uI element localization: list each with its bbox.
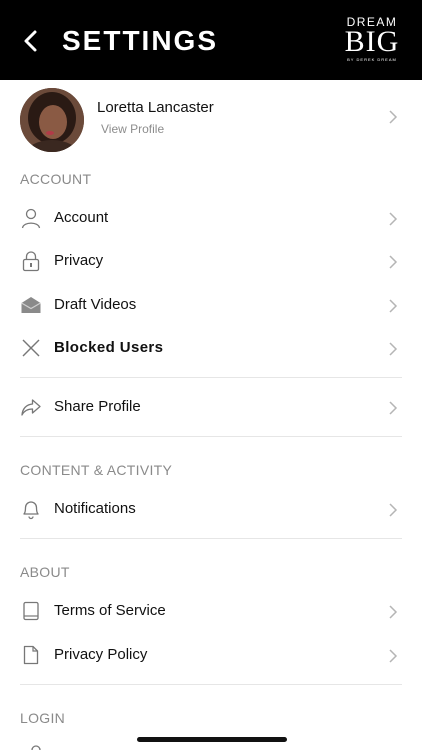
bell-icon: [23, 501, 39, 520]
back-arrow-icon[interactable]: [20, 28, 42, 54]
home-indicator[interactable]: [137, 737, 287, 742]
divider: [20, 684, 402, 685]
chevron-right-icon: [389, 401, 398, 415]
menu-item-label: Blocked Users: [54, 339, 164, 356]
share-arrow-icon: [21, 399, 41, 416]
document-icon: [23, 645, 39, 665]
lock-icon: [22, 251, 40, 272]
menu-item-label: Share Profile: [54, 398, 141, 415]
view-profile-link[interactable]: View Profile: [101, 122, 164, 136]
menu-item-draft-videos[interactable]: Draft Videos: [0, 285, 422, 325]
divider: [20, 436, 402, 437]
chevron-right-icon: [389, 110, 398, 124]
menu-item-label: Notifications: [54, 500, 136, 517]
menu-item-label: Terms of Service: [54, 602, 166, 619]
book-icon: [23, 601, 39, 621]
partial-menu-icon: [31, 745, 41, 750]
menu-item-privacy-policy[interactable]: Privacy Policy: [0, 635, 422, 675]
menu-item-blocked-users[interactable]: Blocked Users: [0, 328, 422, 368]
section-header-account: ACCOUNT: [20, 171, 92, 187]
app-header: SETTINGS DREAM BIG BY DEREK DREAM: [0, 0, 422, 80]
menu-item-notifications[interactable]: Notifications: [0, 489, 422, 529]
page-title: SETTINGS: [62, 25, 219, 56]
menu-item-label: Privacy: [54, 252, 104, 269]
envelope-open-icon: [21, 297, 41, 313]
person-icon: [21, 208, 41, 229]
chevron-right-icon: [389, 255, 398, 269]
avatar-image: [20, 88, 84, 152]
profile-name: Loretta Lancaster: [97, 99, 214, 116]
menu-item-privacy[interactable]: Privacy: [0, 241, 422, 281]
x-close-icon: [22, 339, 40, 357]
chevron-right-icon: [389, 649, 398, 663]
menu-item-label: Draft Videos: [54, 296, 137, 313]
profile-row[interactable]: Loretta Lancaster View Profile: [0, 80, 422, 158]
chevron-right-icon: [389, 605, 398, 619]
menu-item-label: Privacy Policy: [54, 646, 148, 663]
section-header-login: LOGIN: [20, 710, 66, 726]
menu-item-terms-of-service[interactable]: Terms of Service: [0, 591, 422, 631]
menu-item-account[interactable]: Account: [0, 198, 422, 238]
menu-item-label: Account: [54, 209, 109, 226]
chevron-right-icon: [389, 299, 398, 313]
divider: [20, 377, 402, 378]
section-header-about: ABOUT: [20, 564, 70, 580]
divider: [20, 538, 402, 539]
chevron-right-icon: [389, 212, 398, 226]
section-header-content-activity: CONTENT & ACTIVITY: [20, 462, 173, 478]
logo-text-main: BIG: [344, 25, 400, 58]
menu-item-share-profile[interactable]: Share Profile: [0, 387, 422, 427]
chevron-right-icon: [389, 503, 398, 517]
avatar: [20, 88, 84, 152]
chevron-right-icon: [389, 342, 398, 356]
brand-logo: DREAM BIG BY DEREK DREAM: [336, 16, 408, 66]
